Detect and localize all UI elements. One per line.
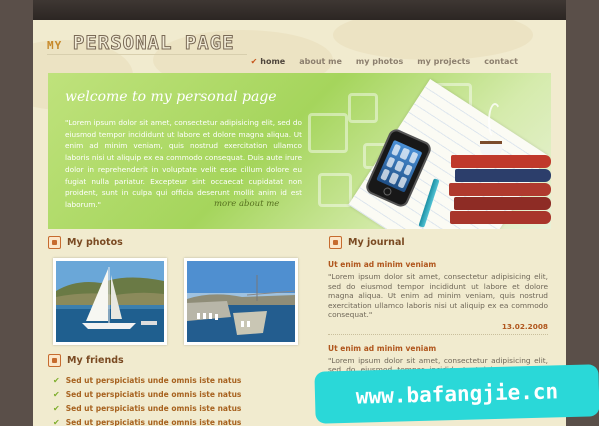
top-bar: [33, 0, 566, 20]
sailboat-photo-image: [56, 261, 164, 342]
decorative-square: [318, 173, 352, 207]
divider: [328, 333, 548, 335]
steam-image: [488, 103, 502, 139]
friend-item[interactable]: ✔ Sed ut perspiciatis unde omnis iste nat…: [53, 373, 241, 387]
friends-section-icon: [48, 354, 61, 367]
nav-item-my-photos[interactable]: my photos: [356, 57, 403, 66]
hero-title: welcome to my personal page: [65, 89, 277, 105]
logo-main-text: PERSONAL PAGE: [72, 32, 235, 55]
watermark-banner: www.bafangjie.cn: [314, 364, 599, 424]
nav-item-contact[interactable]: contact: [484, 57, 518, 66]
hero-text: "Lorem ipsum dolor sit amet, consectetur…: [65, 118, 302, 209]
friend-label: Sed ut perspiciatis unde omnis iste natu…: [65, 403, 242, 413]
check-icon: ✔: [53, 375, 60, 385]
photos-section-icon: [48, 236, 61, 249]
nav-item-home[interactable]: ✔ home: [251, 57, 286, 66]
photo-harbor[interactable]: [184, 258, 298, 345]
check-icon: ✔: [53, 417, 60, 426]
friend-label: Sed ut perspiciatis unde omnis iste natu…: [65, 417, 242, 426]
friend-item[interactable]: ✔ Sed ut perspiciatis unde omnis iste nat…: [53, 387, 241, 401]
photo-sailboat[interactable]: [53, 258, 167, 345]
friends-section-title: My friends: [67, 355, 124, 366]
decorative-square: [308, 113, 348, 153]
journal-entry: Ut enim ad minim veniam "Lorem ipsum dol…: [328, 260, 548, 335]
check-icon: ✔: [250, 57, 258, 66]
journal-entry-body: "Lorem ipsum dolor sit amet, consectetur…: [328, 272, 548, 319]
journal-entry-date: 13.02.2008: [501, 321, 548, 331]
nav-item-about-me[interactable]: about me: [299, 57, 342, 66]
friend-item[interactable]: ✔ Sed ut perspiciatis unde omnis iste nat…: [53, 415, 241, 426]
logo-small-text: MY: [47, 39, 63, 52]
check-icon: ✔: [53, 389, 60, 399]
journal-entry-title[interactable]: Ut enim ad minim veniam: [328, 344, 548, 353]
journal-entry-title[interactable]: Ut enim ad minim veniam: [328, 260, 548, 269]
friends-list: ✔ Sed ut perspiciatis unde omnis iste nat…: [53, 373, 241, 426]
nav-item-my-projects[interactable]: my projects: [417, 57, 470, 66]
main-nav: ✔ home about me my photos my projects con…: [251, 57, 518, 66]
harbor-photo-image: [187, 261, 295, 342]
site-logo[interactable]: MY PERSONAL PAGE: [47, 32, 235, 55]
journal-section-icon: [329, 236, 342, 249]
friend-item[interactable]: ✔ Sed ut perspiciatis unde omnis iste nat…: [53, 401, 241, 415]
more-about-me-link[interactable]: more about me: [214, 199, 279, 209]
logo-underline: [47, 54, 247, 55]
check-icon: ✔: [53, 403, 60, 413]
background-blob: [333, 20, 533, 60]
books-image: [449, 155, 551, 225]
journal-section-title: My journal: [348, 237, 405, 248]
friend-label: Sed ut perspiciatis unde omnis iste natu…: [65, 389, 242, 399]
page: MY PERSONAL PAGE ✔ home about me my photo…: [33, 20, 566, 426]
nav-label: home: [260, 57, 286, 66]
decorative-square: [348, 93, 378, 123]
friend-label: Sed ut perspiciatis unde omnis iste natu…: [65, 375, 242, 385]
photos-section-title: My photos: [67, 237, 123, 248]
hero-banner: welcome to my personal page "Lorem ipsum…: [48, 73, 551, 229]
